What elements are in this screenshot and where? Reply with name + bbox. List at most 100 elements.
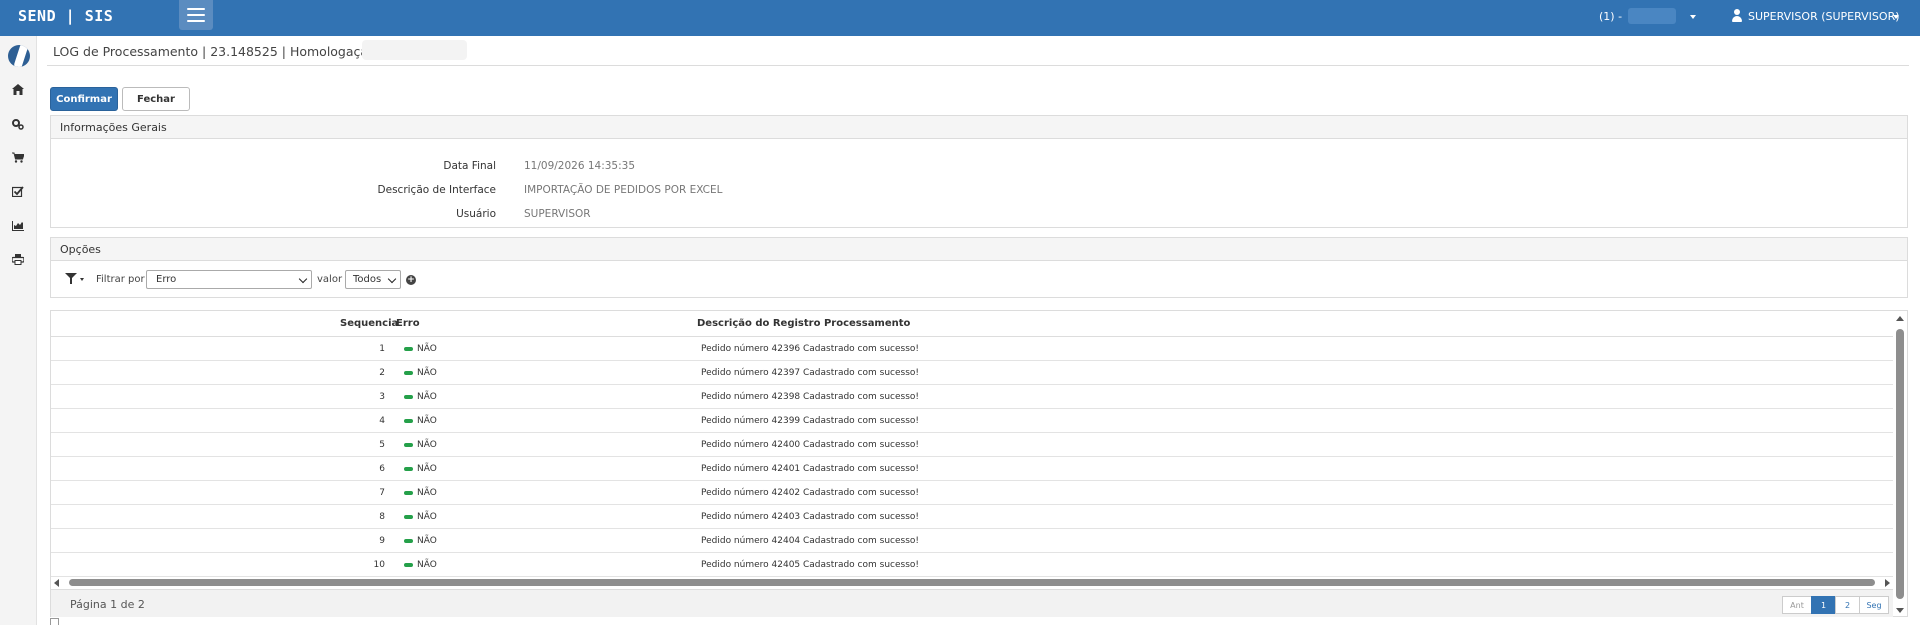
pager-previous[interactable]: Ant (1782, 596, 1812, 614)
menu-toggle-button[interactable] (179, 0, 213, 30)
column-header-erro[interactable]: Erro (396, 318, 420, 329)
table-row[interactable]: 3 NÃO Pedido número 42398 Cadastrado com s… (51, 385, 1893, 409)
cell-sequencia: 4 (379, 416, 385, 426)
cell-descricao: Pedido número 42399 Cadastrado com suces… (701, 416, 920, 426)
close-button[interactable]: Fechar (122, 87, 190, 111)
company-selector-label[interactable]: (1) - (1599, 10, 1622, 23)
value-label: valor (317, 274, 343, 285)
cell-sequencia: 3 (379, 392, 385, 402)
table-row[interactable]: 10 NÃO Pedido número 42405 Cadastrado com … (51, 553, 1893, 577)
gears-icon[interactable] (10, 118, 26, 134)
cell-descricao: Pedido número 42404 Cadastrado com suces… (701, 536, 920, 546)
status-indicator-icon (404, 395, 413, 399)
cell-erro-text: NÃO (417, 512, 437, 522)
shopping-cart-icon[interactable] (10, 152, 26, 168)
checkbox-icon[interactable] (10, 186, 26, 202)
table-row[interactable]: 2 NÃO Pedido número 42397 Cadastrado com s… (51, 361, 1893, 385)
table-row[interactable]: 1 NÃO Pedido número 42396 Cadastrado com s… (51, 337, 1893, 361)
vertical-scrollbar[interactable] (1893, 311, 1907, 616)
status-indicator-icon (404, 467, 413, 471)
cell-descricao: Pedido número 42400 Cadastrado com suces… (701, 440, 920, 450)
filter-value-selected: Todos (353, 274, 382, 285)
table-row[interactable]: 6 NÃO Pedido número 42401 Cadastrado com s… (51, 457, 1893, 481)
hamburger-icon (187, 8, 205, 22)
cell-erro: NÃO (404, 440, 437, 450)
pager-page-2[interactable]: 2 (1835, 596, 1860, 614)
column-header-descricao[interactable]: Descrição do Registro Processamento (697, 318, 910, 329)
page-info: Página 1 de 2 (70, 598, 145, 611)
cell-descricao: Pedido número 42397 Cadastrado com suces… (701, 368, 920, 378)
pager-page-1[interactable]: 1 (1811, 596, 1836, 614)
cell-sequencia: 7 (379, 488, 385, 498)
field-label-data-final: Data Final (443, 160, 496, 172)
confirm-button[interactable]: Confirmar (50, 87, 118, 111)
status-indicator-icon (404, 539, 413, 543)
pager-next[interactable]: Seg (1859, 596, 1889, 614)
cell-sequencia: 8 (379, 512, 385, 522)
checkbox[interactable] (50, 618, 59, 625)
app-logo-icon[interactable] (8, 45, 30, 67)
column-header-sequencia[interactable]: Sequencia (340, 318, 398, 329)
horizontal-scrollbar[interactable] (51, 576, 1893, 588)
brand-logo[interactable]: SEND | SIS (18, 7, 113, 25)
cell-sequencia: 2 (379, 368, 385, 378)
scrollbar-thumb[interactable] (69, 579, 1875, 586)
scrollbar-thumb[interactable] (1896, 329, 1904, 599)
sidebar (0, 36, 37, 625)
processing-log-table: Sequencia Erro Descrição do Registro Pro… (50, 310, 1908, 617)
table-row[interactable]: 4 NÃO Pedido número 42399 Cadastrado com s… (51, 409, 1893, 433)
field-label-interface: Descrição de Interface (377, 184, 496, 196)
table-row[interactable]: 8 NÃO Pedido número 42403 Cadastrado com s… (51, 505, 1893, 529)
filter-by-label: Filtrar por (96, 274, 145, 285)
filter-icon[interactable] (65, 273, 77, 284)
cell-erro-text: NÃO (417, 368, 437, 378)
chevron-down-icon[interactable] (1690, 15, 1696, 19)
filter-field-value: Erro (156, 274, 177, 285)
cell-descricao: Pedido número 42402 Cadastrado com suces… (701, 488, 920, 498)
cell-erro-text: NÃO (417, 488, 437, 498)
filter-field-select[interactable]: Erro (146, 270, 312, 289)
status-indicator-icon (404, 443, 413, 447)
field-value-interface: IMPORTAÇÃO DE PEDIDOS POR EXCEL (524, 184, 723, 196)
cell-erro-text: NÃO (417, 344, 437, 354)
cell-descricao: Pedido número 42403 Cadastrado com suces… (701, 512, 920, 522)
status-indicator-icon (404, 347, 413, 351)
home-icon[interactable] (10, 84, 26, 100)
cell-erro-text: NÃO (417, 392, 437, 402)
status-indicator-icon (404, 491, 413, 495)
table-row[interactable]: 9 NÃO Pedido número 42404 Cadastrado com s… (51, 529, 1893, 553)
title-redacted (362, 40, 467, 60)
cell-sequencia: 10 (373, 560, 385, 570)
chevron-down-icon[interactable] (1893, 15, 1899, 19)
panel-title: Opções (51, 238, 1907, 261)
status-indicator-icon (404, 515, 413, 519)
table-body: 1 NÃO Pedido número 42396 Cadastrado com s… (51, 337, 1893, 577)
cell-erro: NÃO (404, 488, 437, 498)
divider (47, 65, 1909, 66)
chart-icon[interactable] (10, 220, 26, 236)
table-row[interactable]: 5 NÃO Pedido número 42400 Cadastrado com s… (51, 433, 1893, 457)
scroll-right-icon[interactable] (1885, 579, 1890, 587)
company-name-redacted (1628, 8, 1676, 24)
table-row[interactable]: 7 NÃO Pedido número 42402 Cadastrado com s… (51, 481, 1893, 505)
print-icon[interactable] (10, 254, 26, 270)
add-filter-icon[interactable]: + (406, 275, 416, 285)
cell-sequencia: 5 (379, 440, 385, 450)
status-indicator-icon (404, 563, 413, 567)
user-icon (1731, 9, 1743, 22)
cell-erro-text: NÃO (417, 440, 437, 450)
pagination: Ant 1 2 Seg (1782, 596, 1889, 614)
user-menu[interactable]: SUPERVISOR (SUPERVISOR) (1748, 10, 1900, 23)
general-info-panel: Informações Gerais Data Final 11/09/2026… (50, 115, 1908, 228)
cell-erro: NÃO (404, 536, 437, 546)
scroll-down-icon[interactable] (1896, 608, 1904, 613)
scroll-up-icon[interactable] (1896, 316, 1904, 321)
top-bar: SEND | SIS (1) - SUPERVISOR (SUPERVISOR) (0, 0, 1920, 36)
chevron-down-icon[interactable] (80, 278, 84, 281)
chevron-down-icon (387, 274, 397, 284)
field-label-usuario: Usuário (456, 208, 496, 220)
filter-value-select[interactable]: Todos (345, 270, 401, 289)
cell-erro: NÃO (404, 368, 437, 378)
cell-descricao: Pedido número 42396 Cadastrado com suces… (701, 344, 920, 354)
scroll-left-icon[interactable] (54, 579, 59, 587)
